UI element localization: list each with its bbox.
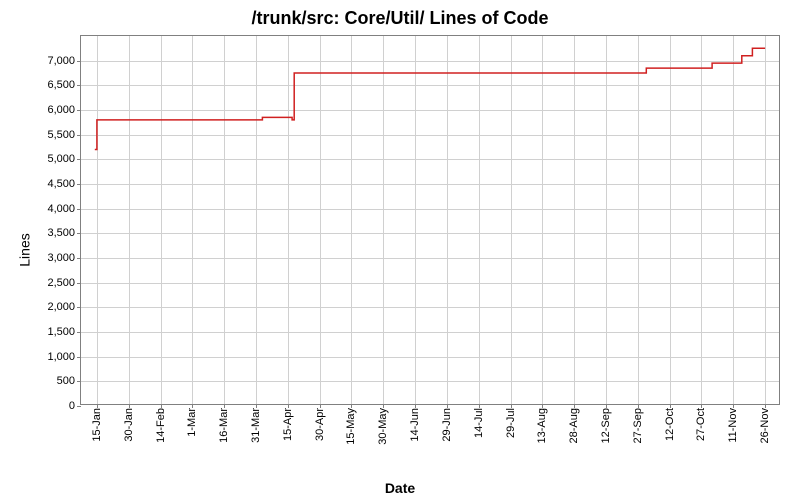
x-tick-label: 31-Mar xyxy=(250,408,262,443)
x-tick-label: 11-Nov xyxy=(727,408,739,443)
y-tick-label: 3,500 xyxy=(47,227,75,239)
x-tick-label: 26-Nov xyxy=(759,408,771,443)
x-tick-label: 29-Jun xyxy=(441,408,453,442)
chart-title: /trunk/src: Core/Util/ Lines of Code xyxy=(0,8,800,29)
x-tick-label: 14-Feb xyxy=(155,408,167,443)
y-tick-label: 4,500 xyxy=(47,178,75,190)
y-tick-label: 6,000 xyxy=(47,104,75,116)
y-axis-label: Lines xyxy=(17,233,33,266)
x-tick-label: 15-May xyxy=(345,408,357,445)
y-tick-label: 5,000 xyxy=(47,153,75,165)
x-tick-label: 14-Jun xyxy=(409,408,421,442)
y-tick-label: 7,000 xyxy=(47,55,75,67)
x-tick-label: 27-Oct xyxy=(695,408,707,441)
x-tick-label: 29-Jul xyxy=(505,408,517,438)
x-tick-label: 30-May xyxy=(377,408,389,445)
x-tick-label: 30-Jan xyxy=(123,408,135,442)
chart-container: /trunk/src: Core/Util/ Lines of Code Lin… xyxy=(0,0,800,500)
y-tick-label: 5,500 xyxy=(47,129,75,141)
plot-area: 05001,0001,5002,0002,5003,0003,5004,0004… xyxy=(80,35,780,405)
x-tick-label: 12-Oct xyxy=(664,408,676,441)
line-series-svg xyxy=(81,36,781,406)
y-tick-label: 1,500 xyxy=(47,326,75,338)
x-tick-label: 27-Sep xyxy=(632,408,644,443)
x-tick-label: 12-Sep xyxy=(600,408,612,443)
y-tick-mark xyxy=(77,406,81,407)
y-tick-label: 4,000 xyxy=(47,203,75,215)
y-tick-label: 1,000 xyxy=(47,351,75,363)
x-tick-label: 13-Aug xyxy=(536,408,548,443)
x-tick-label: 15-Jan xyxy=(91,408,103,442)
y-tick-label: 2,000 xyxy=(47,301,75,313)
y-tick-label: 2,500 xyxy=(47,277,75,289)
x-tick-label: 16-Mar xyxy=(218,408,230,443)
x-tick-label: 28-Aug xyxy=(568,408,580,443)
x-tick-label: 30-Apr xyxy=(314,408,326,441)
x-axis-label: Date xyxy=(0,480,800,496)
y-tick-label: 0 xyxy=(69,400,75,412)
y-tick-label: 6,500 xyxy=(47,79,75,91)
data-line xyxy=(95,48,765,149)
x-tick-label: 1-Mar xyxy=(186,408,198,437)
x-tick-label: 15-Apr xyxy=(282,408,294,441)
y-tick-label: 3,000 xyxy=(47,252,75,264)
x-tick-label: 14-Jul xyxy=(473,408,485,438)
y-tick-label: 500 xyxy=(57,375,75,387)
